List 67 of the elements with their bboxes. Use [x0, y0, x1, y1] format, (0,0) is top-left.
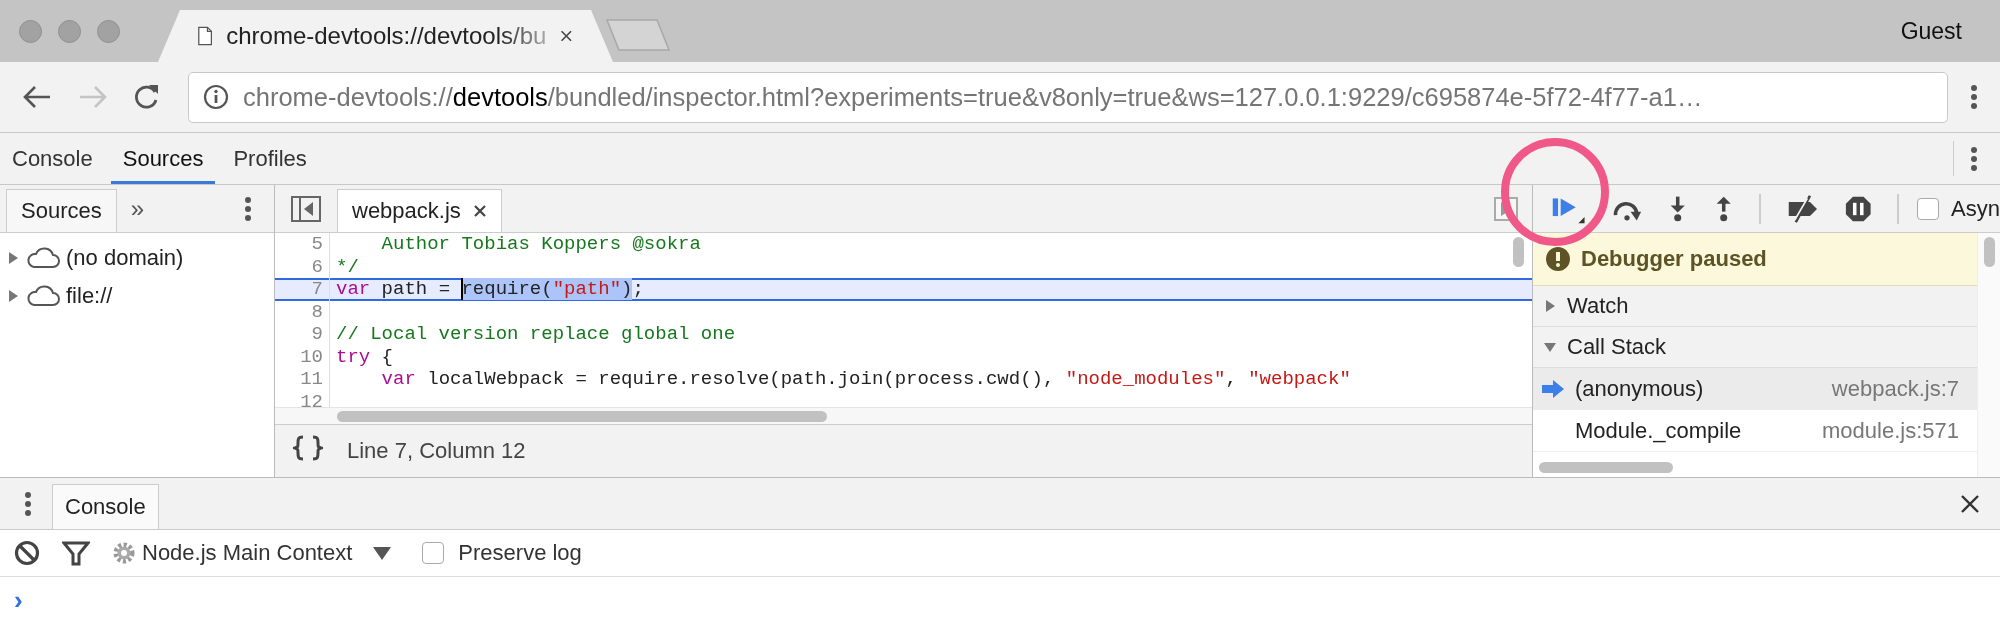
- function-name: Module._compile: [1575, 417, 1743, 444]
- line-number: 5: [275, 233, 330, 256]
- cloud-icon: [26, 285, 60, 307]
- clear-console-icon[interactable]: [14, 540, 40, 566]
- braces-icon[interactable]: [293, 434, 323, 461]
- close-icon[interactable]: [560, 28, 573, 44]
- section-header[interactable]: Watch: [1567, 293, 1629, 319]
- async-checkbox[interactable]: [1917, 197, 1940, 220]
- line-number: 7: [275, 278, 330, 301]
- tree-item[interactable]: (no domain): [66, 245, 184, 271]
- file-tab[interactable]: webpack.js: [337, 189, 502, 232]
- reload-icon[interactable]: [132, 83, 160, 111]
- scrollbar[interactable]: [337, 411, 827, 422]
- paused-message: Debugger paused: [1581, 246, 1767, 272]
- current-frame-arrow-icon: [1541, 379, 1565, 398]
- code-line: Author Tobias Koppers @sokra: [380, 233, 701, 256]
- address-field[interactable]: chrome-devtools://devtools/bundled/inspector.html?experiments=true&v8only=true&ws=127.0.0.1:9229/c695874e-5f72-4f77-a1…: [188, 71, 1948, 123]
- line-number: 9: [275, 323, 330, 346]
- preserve-log-checkbox[interactable]: [422, 542, 445, 564]
- disclosure-triangle-icon[interactable]: [1543, 299, 1557, 313]
- call-stack-row[interactable]: (anonymous) webpack.js:7: [1533, 368, 1977, 410]
- more-options-icon[interactable]: [1970, 145, 1978, 172]
- cloud-icon: [26, 247, 60, 269]
- checkbox-label[interactable]: Asyn: [1951, 195, 2000, 222]
- more-options-icon[interactable]: [24, 490, 32, 517]
- more-options-icon[interactable]: [1970, 84, 1978, 110]
- line-number: 11: [275, 368, 330, 391]
- sidebar-toggle-icon[interactable]: [291, 195, 321, 222]
- gear-icon: [112, 541, 136, 565]
- back-arrow-icon[interactable]: [22, 84, 52, 110]
- scrollbar[interactable]: [1513, 237, 1524, 267]
- code-line: */: [336, 255, 359, 278]
- more-options-icon[interactable]: [244, 195, 252, 222]
- checkbox-label[interactable]: Preserve log: [458, 540, 582, 566]
- section-header[interactable]: Call Stack: [1567, 334, 1667, 360]
- line-number: 10: [275, 345, 330, 368]
- drawer-tab[interactable]: Console: [52, 484, 159, 529]
- disclosure-triangle-icon[interactable]: [6, 251, 20, 265]
- disclosure-triangle-icon[interactable]: [1543, 340, 1557, 354]
- source-location[interactable]: module.js:571: [1822, 417, 1959, 444]
- document-icon: [198, 24, 213, 48]
- context-dropdown[interactable]: Node.js Main Context: [112, 540, 393, 566]
- close-icon[interactable]: [472, 204, 487, 218]
- console-prompt[interactable]: ›: [14, 585, 23, 615]
- paused-icon: [1545, 246, 1571, 272]
- scrollbar[interactable]: [1984, 237, 1995, 267]
- more-tabs-button[interactable]: »: [116, 185, 159, 232]
- tree-item[interactable]: file://: [66, 283, 113, 309]
- code-line: var localWebpack = require.resolve(path.join(process.cwd(), "node_modules", "webpack": [380, 368, 1351, 391]
- panel-tab[interactable]: Sources: [6, 189, 117, 232]
- line-number: 8: [275, 300, 330, 323]
- devtools-tab[interactable]: Console: [0, 133, 105, 184]
- function-name: (anonymous): [1575, 375, 1705, 402]
- close-icon[interactable]: [1960, 493, 1980, 514]
- code-line: var path = require("path");: [336, 278, 644, 301]
- info-icon: [203, 84, 229, 110]
- filter-icon[interactable]: [62, 540, 90, 566]
- disclosure-triangle-icon[interactable]: [6, 289, 20, 303]
- devtools-tab[interactable]: Profiles: [221, 133, 319, 184]
- cursor-position: Line 7, Column 12: [347, 438, 526, 464]
- caret-icon: [372, 545, 393, 561]
- source-location[interactable]: webpack.js:7: [1831, 375, 1959, 402]
- profile-label[interactable]: Guest: [1900, 17, 1962, 45]
- code-line: // Local version replace global one: [336, 323, 736, 346]
- code-line: try {: [336, 345, 394, 368]
- browser-tab[interactable]: chrome-devtools://devtools/bu: [158, 10, 613, 62]
- scrollbar[interactable]: [1539, 462, 1673, 473]
